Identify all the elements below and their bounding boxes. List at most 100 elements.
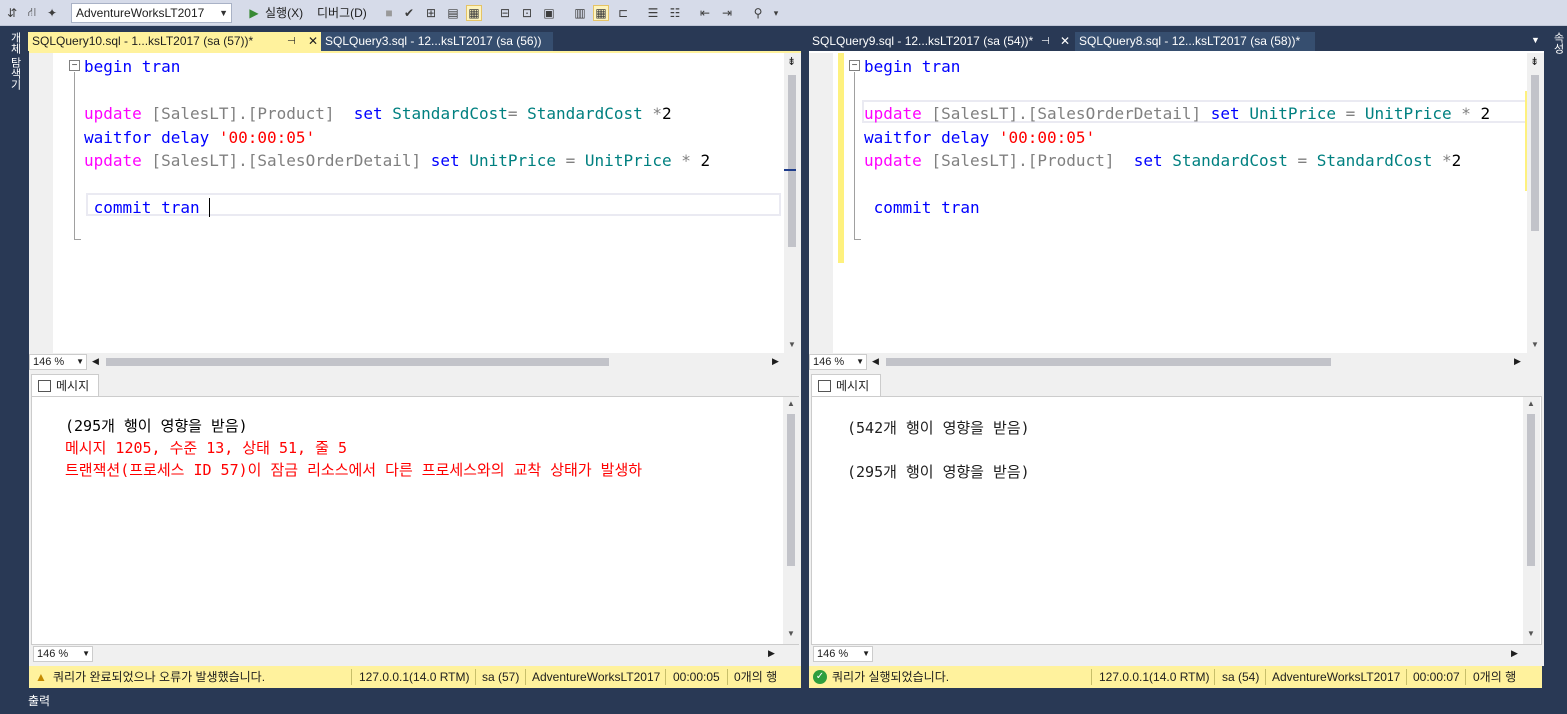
scroll-down-icon[interactable]: ▼ <box>787 629 795 638</box>
close-icon[interactable]: ✕ <box>308 32 318 51</box>
left-messages-pane[interactable]: (295개 행이 영향을 받음) 메시지 1205, 수준 13, 상태 51,… <box>31 396 800 645</box>
status-rows: 0개의 행 <box>1473 670 1517 684</box>
results-to-grid-icon[interactable]: ▦ <box>593 5 609 21</box>
code-text: begin tran update [SalesLT].[Product] se… <box>84 55 710 220</box>
uncomment-icon[interactable]: ☷ <box>667 5 683 21</box>
hscroll-thumb[interactable] <box>106 358 609 366</box>
pin-icon[interactable]: ⊣ <box>287 32 296 51</box>
message-line: (542개 행이 영향을 받음) <box>847 419 1030 437</box>
specify-values-icon[interactable]: ⚲ <box>750 5 766 21</box>
right-tab-strip: SQLQuery9.sql - 12...ksLT2017 (sa (54))*… <box>807 32 1544 51</box>
zoom-select[interactable]: 146 % ▼ <box>33 646 93 662</box>
left-query-editor[interactable]: − begin tran update [SalesLT].[Product] … <box>29 51 801 355</box>
properties-tab[interactable]: 속성 <box>1550 32 1566 54</box>
status-user: sa (54) <box>1222 670 1260 684</box>
scroll-up-icon[interactable]: ▲ <box>1527 399 1535 408</box>
hscroll-thumb[interactable] <box>886 358 1331 366</box>
status-db: AdventureWorksLT2017 <box>1272 670 1401 684</box>
client-stats-icon[interactable]: ▣ <box>541 5 557 21</box>
close-icon[interactable]: ✕ <box>1060 32 1070 51</box>
scroll-down-icon[interactable]: ▼ <box>1527 629 1535 638</box>
tab-messages[interactable]: 메시지 <box>811 374 881 396</box>
num: 2 <box>1470 104 1491 123</box>
fold-line <box>854 72 855 240</box>
indent-decrease-icon[interactable]: ⇤ <box>697 5 713 21</box>
stop-icon[interactable]: ■ <box>381 5 397 21</box>
scroll-right-icon[interactable]: ▶ <box>1511 648 1518 659</box>
execute-button[interactable]: 실행(X) <box>265 4 303 22</box>
zoom-select[interactable]: 146 % ▼ <box>29 354 87 370</box>
tab-sqlquery8[interactable]: SQLQuery8.sql - 12...ksLT2017 (sa (58))* <box>1075 32 1315 51</box>
results-text-icon[interactable]: ▤ <box>445 5 461 21</box>
tab-label: SQLQuery3.sql - 12...ksLT2017 (sa (56)) <box>325 34 542 48</box>
stats-icon[interactable]: ⊡ <box>519 5 535 21</box>
debug-button[interactable]: 디버그(D) <box>317 4 367 22</box>
editor-vscrollbar[interactable]: ⇟ ▼ <box>1527 53 1544 355</box>
comment-icon[interactable]: ☰ <box>645 5 661 21</box>
collapse-icon[interactable]: − <box>849 60 860 71</box>
output-tab[interactable]: 출력 <box>28 688 50 714</box>
line-gutter <box>809 53 833 353</box>
results-to-file-icon[interactable]: ⊏ <box>615 5 631 21</box>
right-messages-pane[interactable]: (542개 행이 영향을 받음) (295개 행이 영향을 받음) ▲ ▼ <box>811 396 1542 645</box>
collapse-icon[interactable]: − <box>69 60 80 71</box>
ident: StandardCost <box>382 104 508 123</box>
left-tab-strip: SQLQuery10.sql - 1...ksLT2017 (sa (57))*… <box>27 32 802 51</box>
filter-icon[interactable]: ⛙ <box>24 5 40 21</box>
split-icon[interactable]: ⇟ <box>787 55 796 68</box>
ident: [Product] <box>247 104 335 123</box>
scroll-thumb[interactable] <box>787 414 795 566</box>
zoom-select[interactable]: 146 % ▼ <box>813 646 873 662</box>
status-time: 00:00:07 <box>1413 670 1460 684</box>
scroll-left-icon[interactable]: ◀ <box>92 356 99 367</box>
object-explorer-tab[interactable]: 개체 탐색기 <box>7 32 23 90</box>
scroll-marker <box>784 169 796 171</box>
ident: StandardCost <box>517 104 643 123</box>
scroll-right-icon[interactable]: ▶ <box>768 648 775 659</box>
split-icon[interactable]: ⇟ <box>1530 55 1539 68</box>
zoom-select[interactable]: 146 % ▼ <box>809 354 867 370</box>
scroll-thumb[interactable] <box>1527 414 1535 566</box>
results-grid-icon[interactable]: ▦ <box>466 5 482 21</box>
database-select[interactable]: AdventureWorksLT2017 ▼ <box>71 3 232 23</box>
punct: . <box>238 104 248 123</box>
tab-label: 메시지 <box>836 379 870 393</box>
connect-icon[interactable]: ⇵ <box>4 5 20 21</box>
plan-icon[interactable]: ⊞ <box>423 5 439 21</box>
divider <box>1465 669 1466 685</box>
tab-dropdown-icon[interactable]: ▼ <box>1531 35 1540 45</box>
scroll-right-icon[interactable]: ▶ <box>772 356 779 367</box>
divider <box>1265 669 1266 685</box>
tab-sqlquery9[interactable]: SQLQuery9.sql - 12...ksLT2017 (sa (54))*… <box>808 32 1075 51</box>
tab-sqlquery10[interactable]: SQLQuery10.sql - 1...ksLT2017 (sa (57))*… <box>28 32 321 51</box>
scroll-thumb[interactable] <box>788 75 796 247</box>
tab-messages[interactable]: 메시지 <box>31 374 99 396</box>
indent-increase-icon[interactable]: ⇥ <box>719 5 735 21</box>
kw: tran <box>931 198 980 217</box>
execute-icon[interactable]: ▶ <box>246 5 262 21</box>
scroll-down-icon[interactable]: ▼ <box>788 340 796 349</box>
toolbar: ⇵ ⛙ ✦ AdventureWorksLT2017 ▼ ▶ 실행(X) 디버그(… <box>0 0 1567 26</box>
overflow-chevron-icon[interactable]: ▾ <box>768 5 784 21</box>
results-to-text-icon[interactable]: ▥ <box>572 5 588 21</box>
include-plan-icon[interactable]: ⊟ <box>497 5 513 21</box>
change-connection-icon[interactable]: ✦ <box>44 5 60 21</box>
pin-icon[interactable]: ⊣ <box>1041 32 1050 51</box>
scroll-down-icon[interactable]: ▼ <box>1531 340 1539 349</box>
kw: tran <box>151 198 200 217</box>
kw: tran <box>912 57 961 76</box>
scroll-left-icon[interactable]: ◀ <box>872 356 879 367</box>
scroll-thumb[interactable] <box>1531 75 1539 231</box>
scroll-right-icon[interactable]: ▶ <box>1514 356 1521 367</box>
editor-vscrollbar[interactable]: ⇟ ▼ <box>784 53 801 355</box>
right-query-editor[interactable]: − begin tran update [SalesLT].[SalesOrde… <box>809 51 1544 355</box>
parse-check-icon[interactable]: ✔ <box>401 5 417 21</box>
ident: StandardCost <box>1307 151 1433 170</box>
ident: [SalesOrderDetail] <box>247 151 422 170</box>
error-line: 메시지 1205, 수준 13, 상태 51, 줄 5 <box>65 439 347 457</box>
scroll-up-icon[interactable]: ▲ <box>787 399 795 408</box>
messages-vscrollbar[interactable]: ▲ ▼ <box>1523 397 1540 644</box>
right-dock: 속성 <box>1544 26 1567 688</box>
tab-sqlquery3[interactable]: SQLQuery3.sql - 12...ksLT2017 (sa (56)) <box>321 32 553 51</box>
messages-vscrollbar[interactable]: ▲ ▼ <box>783 397 800 644</box>
